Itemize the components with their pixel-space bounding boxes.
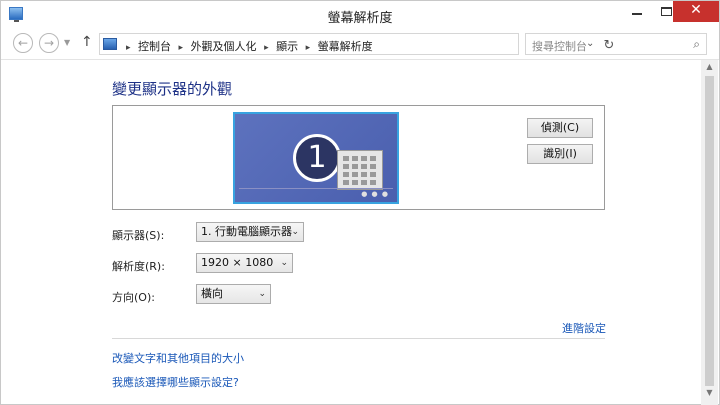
back-button[interactable]: ←: [13, 33, 33, 53]
breadcrumb-separator-icon[interactable]: ▸: [179, 43, 184, 53]
recent-locations-dropdown[interactable]: ▼: [64, 38, 70, 47]
scroll-up-icon[interactable]: ▲: [701, 62, 718, 71]
navigation-bar: ← → ▼ ↑ ▸ 控制台 ▸ 外觀及個人化 ▸ 顯示 ▸ 螢幕解析度 ⌄ ↻ …: [1, 29, 719, 59]
close-icon: ✕: [690, 2, 702, 18]
search-icon[interactable]: ⌕: [693, 37, 700, 52]
breadcrumb-control-panel[interactable]: 控制台: [138, 40, 171, 53]
divider: [1, 59, 719, 60]
vertical-scrollbar[interactable]: ▲ ▼: [701, 60, 718, 405]
minimize-button[interactable]: [622, 1, 652, 22]
monitor-thumbnail[interactable]: 1 ● ● ●: [233, 112, 399, 204]
chevron-down-icon: ⌄: [258, 289, 266, 299]
back-arrow-icon: ←: [17, 36, 29, 50]
monitor-number-badge: 1: [293, 134, 341, 182]
up-button[interactable]: ↑: [81, 34, 93, 50]
maximize-icon: [661, 7, 672, 16]
search-input[interactable]: 搜尋控制台: [532, 38, 587, 54]
scroll-down-icon[interactable]: ▼: [701, 388, 718, 397]
which-settings-link[interactable]: 我應該選擇哪些顯示設定?: [112, 374, 239, 390]
forward-button[interactable]: →: [39, 33, 59, 53]
advanced-settings-link[interactable]: 進階設定: [562, 320, 606, 336]
address-bar[interactable]: ▸ 控制台 ▸ 外觀及個人化 ▸ 顯示 ▸ 螢幕解析度 ⌄ ↻: [99, 33, 614, 55]
breadcrumb-separator-icon[interactable]: ▸: [264, 43, 269, 53]
close-button[interactable]: ✕: [673, 1, 719, 22]
resolution-label: 解析度(R):: [112, 260, 165, 273]
identify-button[interactable]: 識別(I): [527, 144, 593, 164]
more-dots-icon: ● ● ●: [361, 190, 389, 198]
display-select-value: 1. 行動電腦顯示器: [201, 225, 292, 238]
desktop-grid-icon: [337, 150, 383, 190]
window: 螢幕解析度 ✕ ← → ▼ ↑ ▸ 控制台 ▸ 外觀及個人化 ▸ 顯示 ▸ 螢幕…: [0, 0, 720, 405]
orientation-select-value: 橫向: [201, 287, 223, 300]
up-arrow-icon: ↑: [81, 34, 93, 50]
chevron-down-icon: ⌄: [280, 258, 288, 268]
breadcrumb-screen-resolution[interactable]: 螢幕解析度: [318, 40, 373, 53]
orientation-label: 方向(O):: [112, 291, 155, 304]
minimize-icon: [632, 13, 642, 15]
text-size-link[interactable]: 改變文字和其他項目的大小: [112, 350, 244, 366]
breadcrumb-separator-icon[interactable]: ▸: [306, 43, 311, 53]
chevron-down-icon: ⌄: [291, 227, 299, 237]
title-bar: 螢幕解析度 ✕: [1, 1, 719, 29]
search-box[interactable]: 搜尋控制台 ⌕: [525, 33, 707, 55]
detect-button[interactable]: 偵測(C): [527, 118, 593, 138]
display-preview-panel: 1 ● ● ● 偵測(C) 識別(I): [112, 105, 605, 210]
taskbar-line: [239, 188, 393, 189]
breadcrumb-display[interactable]: 顯示: [276, 40, 298, 53]
page-title: 變更顯示器的外觀: [112, 80, 233, 98]
breadcrumb: ▸ 控制台 ▸ 外觀及個人化 ▸ 顯示 ▸ 螢幕解析度: [122, 38, 373, 54]
forward-arrow-icon: →: [43, 36, 55, 50]
control-panel-icon: [103, 38, 117, 50]
resolution-select[interactable]: 1920 × 1080 ⌄: [196, 253, 293, 273]
display-select[interactable]: 1. 行動電腦顯示器 ⌄: [196, 222, 304, 242]
window-title: 螢幕解析度: [327, 11, 393, 26]
resolution-select-value: 1920 × 1080: [201, 256, 274, 269]
display-label: 顯示器(S):: [112, 229, 165, 242]
scrollbar-thumb[interactable]: [705, 76, 714, 386]
breadcrumb-appearance[interactable]: 外觀及個人化: [191, 40, 257, 53]
breadcrumb-separator-icon[interactable]: ▸: [126, 43, 131, 53]
orientation-select[interactable]: 橫向 ⌄: [196, 284, 271, 304]
divider: [112, 338, 605, 339]
